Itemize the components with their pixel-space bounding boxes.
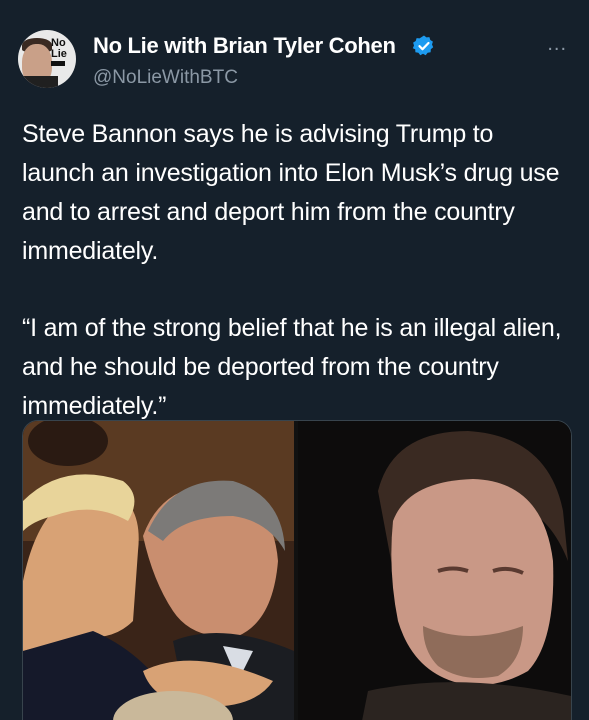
photo-elon-musk[interactable] xyxy=(298,421,571,720)
no-lie-logo-icon: No Lie xyxy=(51,38,73,66)
tweet-paragraph: Steve Bannon says he is advising Trump t… xyxy=(22,120,560,265)
media-grid xyxy=(22,420,572,720)
author-handle[interactable]: @NoLieWithBTC xyxy=(93,67,238,89)
photo-trump-bannon[interactable] xyxy=(23,421,294,720)
author-display-name[interactable]: No Lie with Brian Tyler Cohen xyxy=(93,33,396,59)
tweet-text: Steve Bannon says he is advising Trump t… xyxy=(22,115,567,426)
verified-badge-icon xyxy=(412,35,434,56)
tweet-paragraph: “I am of the strong belief that he is an… xyxy=(22,314,562,420)
avatar-logo-line-2: Lie xyxy=(51,48,67,60)
more-options-icon[interactable]: ... xyxy=(547,34,567,54)
author-avatar[interactable]: No Lie xyxy=(18,30,76,88)
tweet-card: No Lie No Lie with Brian Tyler Cohen @No… xyxy=(0,0,589,720)
